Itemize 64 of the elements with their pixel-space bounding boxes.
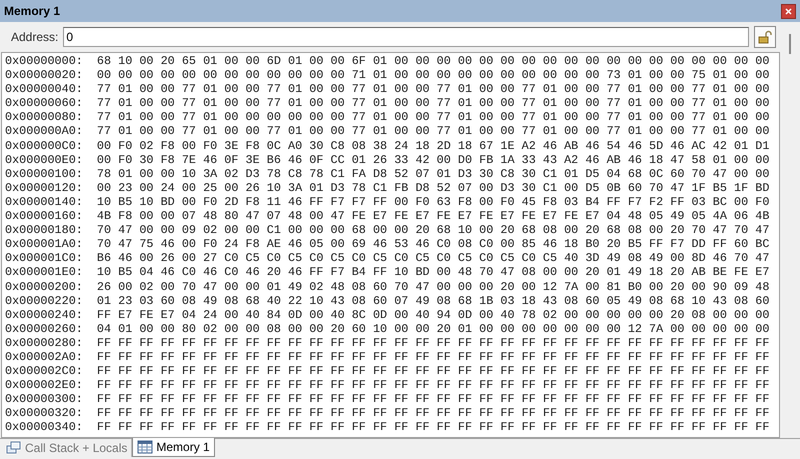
memory-bytes: 10 B5 10 BD 00 F0 2D F8 11 46 FF F7 F7 FF 00 F0 63 F8 00 F0 45 F8 03 B4 FF F7 F2 FF 03 BC 00 F0: [96, 194, 770, 210]
memory-bytes: 01 23 03 60 08 49 08 68 40 22 10 43 08 60 07 49 08 68 1B 03 18 43 08 60 05 49 08 68 10 43 08 60: [96, 294, 770, 308]
memory-address: 0x00000320:: [5, 406, 83, 420]
memory-bytes: 70 47 00 00 09 02 00 00 C1 00 00 00 68 00 00 20 68 10 00 20 68 08 00 20 68 08 00 20 70 47 70 47: [96, 223, 770, 238]
memory-address: 0x000001A0:: [5, 237, 83, 252]
memory-address: 0x00000200:: [5, 280, 83, 294]
memory-address: 0x00000120:: [5, 180, 83, 195]
memory-bytes: 4B F8 00 00 07 48 80 47 07 48 00 47 FE E7 FE E7 FE E7 FE E7 FE E7 FE E7 04 48 05 49 05 4A 06 4B: [96, 209, 770, 224]
close-icon: [785, 8, 792, 14]
memory-bytes: 00 00 00 00 00 00 00 00 00 00 00 00 71 01 00 00 00 00 00 00 00 00 00 00 73 01 00 00 75 01 00 00: [96, 68, 770, 82]
stack-icon: [6, 441, 22, 455]
address-field[interactable]: 0: [63, 27, 749, 47]
memory-address: 0x000002E0:: [5, 378, 83, 392]
memory-address: 0x00000180:: [5, 223, 83, 238]
memory-address: 0x000002A0:: [5, 350, 83, 364]
memory-bytes: 00 F0 02 F8 00 F0 3E F8 0C A0 30 C8 08 38 24 18 2D 18 67 1E A2 46 AB 46 54 46 5D 46 AC 42 01 D1: [96, 138, 770, 153]
lock-button[interactable]: [754, 26, 776, 48]
memory-bytes: FF FF FF FF FF FF FF FF FF FF FF FF FF FF FF FF FF FF FF FF FF FF FF FF FF FF FF FF FF FF FF FF: [96, 350, 770, 364]
memory-address: 0x00000040:: [5, 82, 83, 96]
close-button[interactable]: [781, 4, 796, 18]
memory-address: 0x000001C0:: [5, 251, 83, 266]
memory-bytes: FF FF FF FF FF FF FF FF FF FF FF FF FF FF FF FF FF FF FF FF FF FF FF FF FF FF FF FF FF FF FF FF: [96, 406, 770, 420]
memory-bytes: 78 01 00 00 10 3A 02 D3 78 C8 78 C1 FA D8 52 07 01 D3 30 C8 30 C1 01 D5 04 68 0C 60 70 47 00 00: [96, 166, 770, 181]
memory-bytes: 00 23 00 24 00 25 00 26 10 3A 01 D3 78 C1 FB D8 52 07 00 D3 30 C1 00 D5 0B 60 70 47 1F B5 1F BD: [96, 180, 770, 195]
memory-address: 0x00000020:: [5, 68, 83, 82]
memory-address: 0x00000340:: [5, 420, 83, 435]
memory-bytes: 00 F0 30 F8 7E 46 0F 3E B6 46 0F CC 01 26 33 42 00 D0 FB 1A 33 43 A2 46 AB 46 18 47 58 01 00 00: [96, 152, 770, 167]
memory-bytes: 70 47 75 46 00 F0 24 F8 AE 46 05 00 69 46 53 46 C0 08 C0 00 85 46 18 B0 20 B5 FF F7 DD FF 60 BC: [96, 237, 770, 252]
memory-bytes: 77 01 00 00 77 01 00 00 77 01 00 00 77 01 00 00 77 01 00 00 77 01 00 00 77 01 00 00 77 01 00 00: [96, 96, 770, 110]
memory-address: 0x000000C0:: [5, 138, 83, 153]
memory-address: 0x00000000:: [5, 54, 83, 68]
memory-bytes: 77 01 00 00 77 01 00 00 77 01 00 00 77 01 00 00 77 01 00 00 77 01 00 00 77 01 00 00 77 01 00 00: [96, 82, 770, 96]
memory-address: 0x00000280:: [5, 336, 83, 350]
table-icon: [137, 440, 154, 454]
memory-bytes: FF E7 FE E7 04 24 00 40 84 0D 00 40 8C 0D 00 40 94 0D 00 40 78 02 00 00 00 00 00 20 08 00 00 00: [96, 308, 770, 322]
memory-bytes: FF FF FF FF FF FF FF FF FF FF FF FF FF FF FF FF FF FF FF FF FF FF FF FF FF FF FF FF FF FF FF FF: [96, 378, 770, 392]
memory-address: 0x000001E0:: [5, 265, 83, 280]
memory-bytes: FF FF FF FF FF FF FF FF FF FF FF FF FF FF FF FF FF FF FF FF FF FF FF FF FF FF FF FF FF FF FF FF: [96, 420, 770, 435]
memory-address: 0x00000300:: [5, 392, 83, 406]
memory-bytes: 77 01 00 00 77 01 00 00 77 01 00 00 77 01 00 00 77 01 00 00 77 01 00 00 77 01 00 00 77 01 00 00: [96, 124, 770, 139]
memory-address: 0x00000100:: [5, 166, 83, 181]
memory-address: 0x00000060:: [5, 96, 83, 110]
padlock-icon: [758, 30, 772, 44]
memory-bytes: FF FF FF FF FF FF FF FF FF FF FF FF FF FF FF FF FF FF FF FF FF FF FF FF FF FF FF FF FF FF FF FF: [96, 364, 770, 378]
memory-address: 0x000002C0:: [5, 364, 83, 378]
memory-bytes: 77 01 00 00 77 01 00 00 00 00 00 00 77 01 00 00 77 01 00 00 77 01 00 00 77 01 00 00 77 01 00 00: [96, 110, 770, 124]
memory-address: 0x00000160:: [5, 209, 83, 224]
address-label: Address:: [11, 29, 58, 46]
memory-bytes: 10 B5 04 46 C0 46 C0 46 20 46 FF F7 B4 FF 10 BD 00 48 70 47 08 00 00 20 01 49 18 20 AB BE FE E7: [96, 265, 770, 280]
memory-bytes: 26 00 02 00 70 47 00 00 01 49 02 48 08 60 70 47 00 00 00 20 00 12 7A 00 81 B0 00 20 00 90 09 48: [96, 280, 770, 294]
memory-bytes: FF FF FF FF FF FF FF FF FF FF FF FF FF FF FF FF FF FF FF FF FF FF FF FF FF FF FF FF FF FF FF FF: [96, 392, 770, 406]
tab[interactable]: Memory 1: [132, 438, 215, 457]
memory-bytes: FF FF FF FF FF FF FF FF FF FF FF FF FF FF FF FF FF FF FF FF FF FF FF FF FF FF FF FF FF FF FF FF: [96, 336, 770, 350]
memory-address: 0x00000140:: [5, 194, 83, 210]
memory-address: 0x00000260:: [5, 322, 83, 336]
memory-bytes: B6 46 00 26 00 27 C0 C5 C0 C5 C0 C5 C0 C5 C0 C5 C0 C5 C0 C5 C0 C5 40 3D 49 08 49 00 8D 46 70 47: [96, 251, 770, 266]
memory-address: 0x00000220:: [5, 294, 83, 308]
window-title: Memory 1: [4, 3, 60, 20]
memory-address: 0x000000E0:: [5, 152, 83, 167]
memory-bytes: 68 10 00 20 65 01 00 00 6D 01 00 00 6F 01 00 00 00 00 00 00 00 00 00 00 00 00 00 00 00 00 00 00: [96, 54, 770, 68]
memory-address: 0x000000A0:: [5, 124, 83, 139]
memory-bytes: 04 01 00 00 80 02 00 00 08 00 00 20 60 10 00 00 20 01 00 00 00 00 00 00 00 12 7A 00 00 00 00 00: [96, 322, 770, 336]
memory-address: 0x00000080:: [5, 110, 83, 124]
memory-address: 0x00000240:: [5, 308, 83, 322]
